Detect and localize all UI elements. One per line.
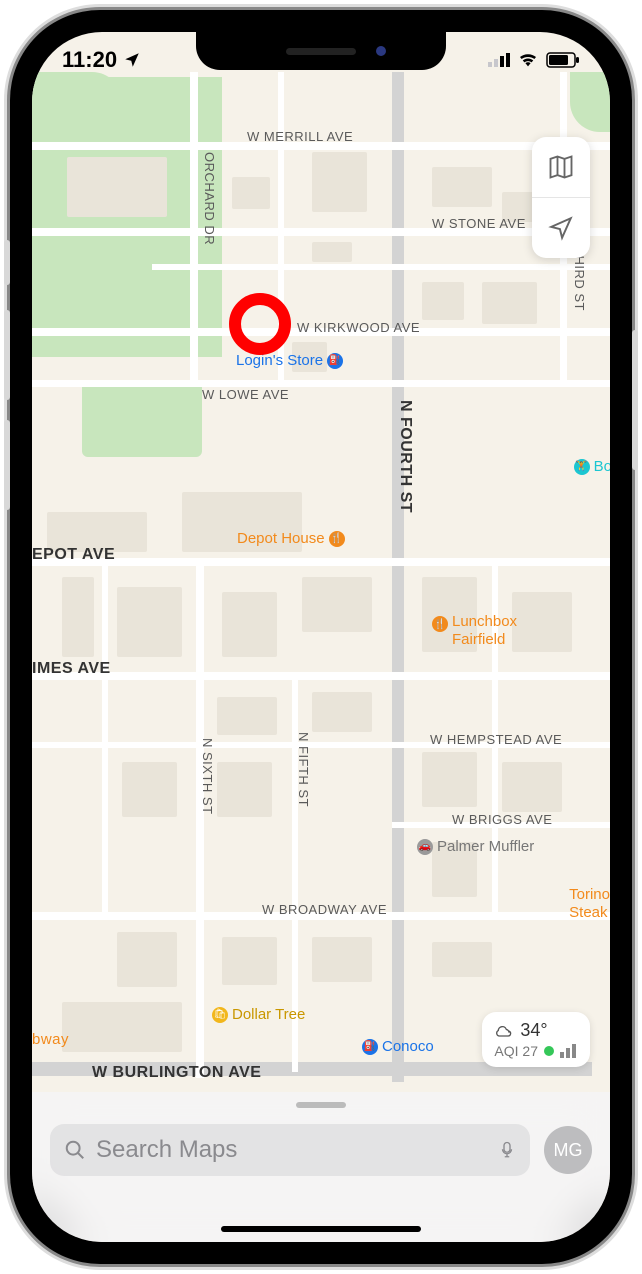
microphone-icon[interactable] xyxy=(498,1138,516,1162)
weather-widget[interactable]: 34° AQI 27 xyxy=(482,1012,590,1067)
street-w-kirkwood: W KIRKWOOD AVE xyxy=(297,320,420,335)
highlight-circle xyxy=(229,293,291,355)
poi-dollar-tree[interactable]: 🛍 Dollar Tree xyxy=(212,1006,305,1023)
poi-torino[interactable]: Torino Steak xyxy=(569,886,610,922)
search-placeholder: Search Maps xyxy=(96,1136,237,1164)
cell-signal-icon xyxy=(488,53,510,67)
map-controls xyxy=(532,137,590,258)
poi-bo[interactable]: 🏋 Bo xyxy=(574,458,610,475)
car-icon: 🚗 xyxy=(417,839,433,855)
aqi-dot xyxy=(544,1046,554,1056)
street-n-sixth: N SIXTH ST xyxy=(200,738,215,815)
street-w-stone: W STONE AVE xyxy=(432,216,526,231)
street-orchard: ORCHARD DR xyxy=(202,152,217,245)
street-n-fifth: N FIFTH ST xyxy=(296,732,311,807)
street-n-fourth: N FOURTH ST xyxy=(396,400,414,513)
search-input[interactable]: Search Maps xyxy=(50,1124,530,1176)
poi-label: Palmer Muffler xyxy=(437,838,534,855)
grabber-icon[interactable] xyxy=(296,1102,346,1108)
poi-label: Conoco xyxy=(382,1038,434,1055)
poi-label: Bo xyxy=(594,458,610,475)
street-grimes: IMES AVE xyxy=(32,660,111,678)
status-time: 11:20 xyxy=(62,47,117,73)
weather-aqi-label: AQI 27 xyxy=(494,1043,538,1059)
bar-mini-icon xyxy=(560,1044,578,1058)
poi-label: Torino Steak xyxy=(569,886,610,922)
restaurant-icon: 🍴 xyxy=(432,616,448,632)
profile-initials: MG xyxy=(554,1140,583,1161)
poi-lunchbox[interactable]: 🍴 Lunchbox Fairfield xyxy=(432,613,517,649)
poi-depot-house[interactable]: Depot House 🍴 xyxy=(237,530,345,547)
screen: 11:20 xyxy=(32,32,610,1242)
location-arrow-icon xyxy=(123,51,141,69)
poi-conoco[interactable]: ⛽ Conoco xyxy=(362,1038,434,1055)
street-w-briggs: W BRIGGS AVE xyxy=(452,812,552,827)
fuel-icon: ⛽ xyxy=(362,1039,378,1055)
restaurant-icon: 🍴 xyxy=(329,531,345,547)
map-mode-icon xyxy=(547,153,575,181)
street-w-burlington: W BURLINGTON AVE xyxy=(92,1064,261,1082)
cloud-icon xyxy=(494,1021,514,1041)
map-mode-button[interactable] xyxy=(532,137,590,197)
poi-label: Lunchbox Fairfield xyxy=(452,613,517,649)
poi-label: Login's Store xyxy=(236,352,323,369)
street-depot: EPOT AVE xyxy=(32,546,115,564)
poi-label: Depot House xyxy=(237,530,325,547)
weather-temp: 34° xyxy=(520,1020,547,1041)
bottom-sheet[interactable]: Search Maps MG xyxy=(32,1092,610,1242)
home-indicator[interactable] xyxy=(221,1226,421,1232)
street-w-merrill: W MERRILL AVE xyxy=(247,129,353,144)
street-w-broadway: W BROADWAY AVE xyxy=(262,902,387,917)
location-arrow-icon xyxy=(548,215,574,241)
notch xyxy=(196,32,446,70)
poi-logins-store[interactable]: Login's Store ⛽ xyxy=(236,352,343,369)
poi-palmer[interactable]: 🚗 Palmer Muffler xyxy=(417,838,534,855)
fuel-icon: ⛽ xyxy=(327,353,343,369)
profile-avatar[interactable]: MG xyxy=(544,1126,592,1174)
shopping-icon: 🛍 xyxy=(212,1007,228,1023)
locate-me-button[interactable] xyxy=(532,198,590,258)
fitness-icon: 🏋 xyxy=(574,459,590,475)
street-w-hempstead: W HEMPSTEAD AVE xyxy=(430,732,562,747)
wifi-icon xyxy=(517,51,539,69)
battery-icon xyxy=(546,52,580,68)
street-w-lowe: W LOWE AVE xyxy=(202,387,289,402)
poi-label: Dollar Tree xyxy=(232,1006,305,1023)
clipped-bway: bway xyxy=(32,1031,69,1048)
phone-frame: 11:20 xyxy=(10,10,632,1264)
search-icon xyxy=(64,1139,86,1161)
